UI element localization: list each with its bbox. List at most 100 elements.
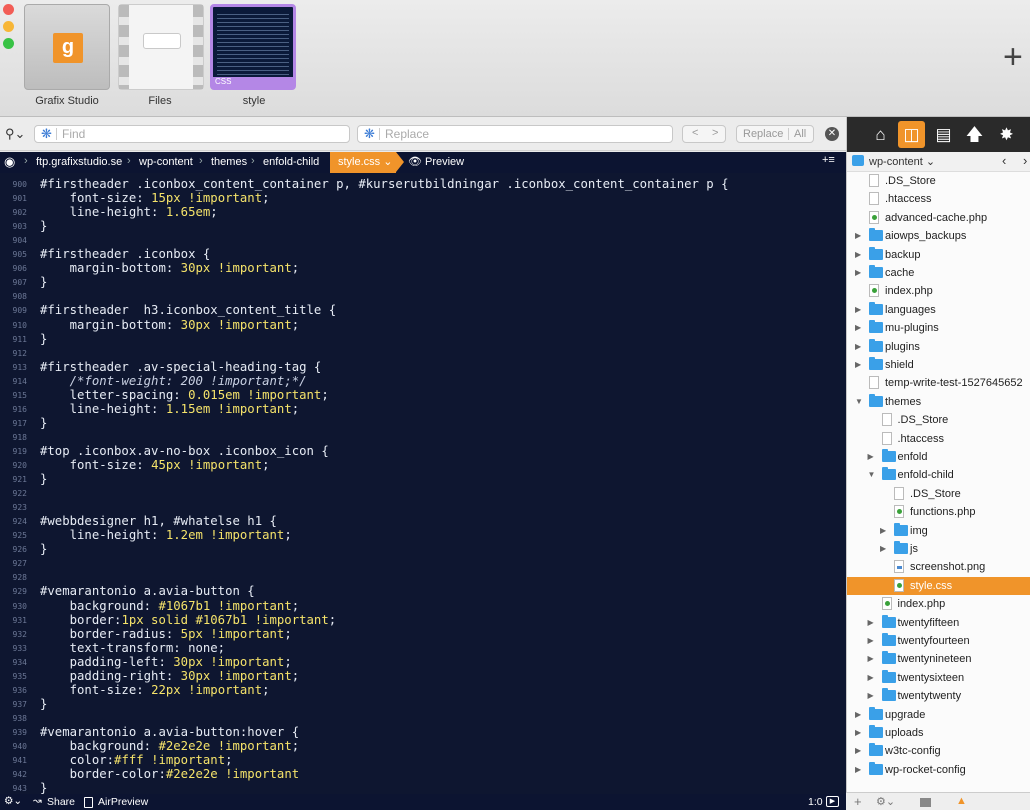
gear-icon[interactable]: ⚙⌄ xyxy=(876,795,895,808)
code-line[interactable]: } xyxy=(40,781,47,794)
disclosure-closed-icon[interactable]: ▶ xyxy=(855,742,861,760)
clips-icon[interactable]: ✸ xyxy=(993,121,1020,148)
disclosure-open-icon[interactable]: ▼ xyxy=(868,466,876,484)
tree-item-mu-plugins[interactable]: ▶ mu-plugins xyxy=(847,319,1030,337)
code-line[interactable]: text-transform: none; xyxy=(40,641,225,655)
code-line[interactable]: #webbdesigner h1, #whatelse h1 { xyxy=(40,514,277,528)
disclosure-closed-icon[interactable]: ▶ xyxy=(855,301,861,319)
tree-item-ds-store[interactable]: .DS_Store xyxy=(847,411,1030,429)
code-area[interactable]: #firstheader .iconbox_content_container … xyxy=(40,173,840,794)
share-icon[interactable]: ↝ xyxy=(33,795,42,807)
regex-icon[interactable]: ❋ xyxy=(364,126,380,142)
tree-item-index-php[interactable]: index.php xyxy=(847,595,1030,613)
breadcrumb-enfold-child[interactable]: enfold-child xyxy=(263,156,319,168)
tree-item-twentynineteen[interactable]: ▶ twentynineteen xyxy=(847,650,1030,668)
code-line[interactable]: font-size: 15px !important; xyxy=(40,191,270,205)
breadcrumb-themes[interactable]: themes xyxy=(211,156,247,168)
code-line[interactable]: border:1px solid #1067b1 !important; xyxy=(40,613,337,627)
preview-button[interactable]: Preview xyxy=(425,156,464,168)
tree-item-cache[interactable]: ▶ cache xyxy=(847,264,1030,282)
zoom-window-button[interactable] xyxy=(3,38,14,49)
code-line[interactable]: #vemarantonio a.avia-button:hover { xyxy=(40,725,299,739)
tree-item-plugins[interactable]: ▶ plugins xyxy=(847,338,1030,356)
disclosure-open-icon[interactable]: ▼ xyxy=(855,393,863,411)
upload-icon[interactable]: 🡅 xyxy=(961,121,988,148)
breadcrumb-active-file[interactable]: style.css ⌄ xyxy=(330,152,404,173)
disclosure-closed-icon[interactable]: ▶ xyxy=(868,448,874,466)
tree-item-enfold[interactable]: ▶ enfold xyxy=(847,448,1030,466)
disclosure-closed-icon[interactable]: ▶ xyxy=(868,687,874,705)
tree-item-twentyfourteen[interactable]: ▶ twentyfourteen xyxy=(847,632,1030,650)
disclosure-closed-icon[interactable]: ▶ xyxy=(855,319,861,337)
code-line[interactable]: margin-bottom: 30px !important; xyxy=(40,318,300,332)
disclosure-closed-icon[interactable]: ▶ xyxy=(880,540,886,558)
breadcrumb-host[interactable]: ftp.grafixstudio.se xyxy=(36,156,122,168)
find-next-button[interactable]: > xyxy=(712,127,718,139)
add-icon[interactable]: + xyxy=(854,794,862,809)
code-line[interactable]: #firstheader .iconbox_content_container … xyxy=(40,177,729,191)
flame-icon[interactable]: ▲ xyxy=(956,795,967,807)
tree-item-twentysixteen[interactable]: ▶ twentysixteen xyxy=(847,669,1030,687)
back-icon[interactable]: ‹ xyxy=(1002,153,1006,168)
play-icon[interactable]: ▶ xyxy=(826,796,839,807)
minimize-window-button[interactable] xyxy=(3,21,14,32)
add-list-icon[interactable]: +≡ xyxy=(822,154,835,166)
tree-item-languages[interactable]: ▶ languages xyxy=(847,301,1030,319)
disclosure-closed-icon[interactable]: ▶ xyxy=(855,264,861,282)
globe-icon[interactable]: ◉ xyxy=(4,154,15,170)
eye-icon[interactable]: 👁 xyxy=(408,155,422,168)
tree-item-aiowps-backups[interactable]: ▶ aiowps_backups xyxy=(847,227,1030,245)
code-line[interactable]: #top .iconbox.av-no-box .iconbox_icon { xyxy=(40,444,329,458)
tree-item-htaccess[interactable]: .htaccess xyxy=(847,190,1030,208)
tree-item-index-php[interactable]: index.php xyxy=(847,282,1030,300)
share-button[interactable]: Share xyxy=(47,796,75,808)
code-line[interactable]: #firstheader h3.iconbox_content_title { xyxy=(40,303,336,317)
code-line[interactable]: line-height: 1.15em !important; xyxy=(40,402,300,416)
code-line[interactable]: } xyxy=(40,332,47,346)
code-line[interactable]: #firstheader .iconbox { xyxy=(40,247,210,261)
disclosure-closed-icon[interactable]: ▶ xyxy=(868,650,874,668)
tree-item-uploads[interactable]: ▶ uploads xyxy=(847,724,1030,742)
replace-input[interactable]: ❋ Replace xyxy=(357,125,673,143)
replace-button[interactable]: Replace xyxy=(743,126,783,142)
code-line[interactable]: } xyxy=(40,542,47,556)
tree-item-twentyfifteen[interactable]: ▶ twentyfifteen xyxy=(847,614,1030,632)
doc-thumb-files[interactable] xyxy=(118,4,204,90)
tree-item-advanced-cache-php[interactable]: advanced-cache.php xyxy=(847,209,1030,227)
disclosure-closed-icon[interactable]: ▶ xyxy=(855,724,861,742)
files-icon[interactable]: ◫ xyxy=(898,121,925,148)
location-dropdown[interactable]: wp-content ⌄ xyxy=(869,155,935,168)
disclosure-closed-icon[interactable]: ▶ xyxy=(868,614,874,632)
code-line[interactable]: } xyxy=(40,697,47,711)
code-line[interactable]: } xyxy=(40,219,47,233)
code-line[interactable]: } xyxy=(40,275,47,289)
find-prev-button[interactable]: < xyxy=(692,127,698,139)
disclosure-closed-icon[interactable]: ▶ xyxy=(868,632,874,650)
disclosure-closed-icon[interactable]: ▶ xyxy=(855,356,861,374)
code-line[interactable]: letter-spacing: 0.015em !important; xyxy=(40,388,329,402)
drive-icon[interactable] xyxy=(920,798,931,807)
breadcrumb-wp-content[interactable]: wp-content xyxy=(139,156,193,168)
airpreview-button[interactable]: AirPreview xyxy=(98,796,148,808)
gear-icon[interactable]: ⚙⌄ xyxy=(4,795,22,807)
disclosure-closed-icon[interactable]: ▶ xyxy=(855,246,861,264)
code-line[interactable]: line-height: 1.2em !important; xyxy=(40,528,292,542)
tree-item-shield[interactable]: ▶ shield xyxy=(847,356,1030,374)
tree-item-temp-write-test-1527645652[interactable]: temp-write-test-1527645652 xyxy=(847,374,1030,392)
tree-item-ds-store[interactable]: .DS_Store xyxy=(847,172,1030,190)
code-editor[interactable]: 900 901 902 903 904 905 906 907 908 909 910 911 912 9… xyxy=(0,173,846,794)
search-icon[interactable]: ⚲⌄ xyxy=(5,126,25,142)
close-icon[interactable]: ✕ xyxy=(825,127,839,141)
device-icon[interactable] xyxy=(84,797,93,808)
code-line[interactable]: #vemarantonio a.avia-button { xyxy=(40,584,255,598)
tree-item-img[interactable]: ▶ img xyxy=(847,522,1030,540)
tree-item-ds-store[interactable]: .DS_Store xyxy=(847,485,1030,503)
tree-item-htaccess[interactable]: .htaccess xyxy=(847,430,1030,448)
tree-item-upgrade[interactable]: ▶ upgrade xyxy=(847,706,1030,724)
regex-icon[interactable]: ❋ xyxy=(41,126,57,142)
code-line[interactable]: line-height: 1.65em; xyxy=(40,205,218,219)
close-window-button[interactable] xyxy=(3,4,14,15)
disclosure-closed-icon[interactable]: ▶ xyxy=(868,669,874,687)
plus-icon[interactable]: + xyxy=(1003,40,1023,74)
code-line[interactable]: background: #1067b1 !important; xyxy=(40,599,300,613)
